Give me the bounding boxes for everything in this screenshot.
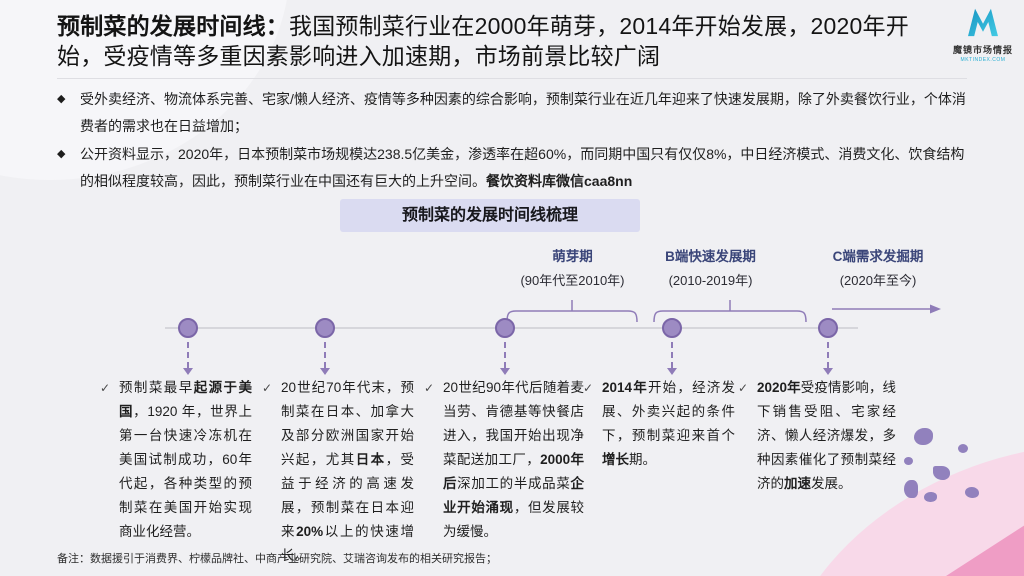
purple-dot [958, 444, 968, 453]
dashed-down-arrow [504, 342, 506, 368]
logo-text: 魔镜市场情报 [952, 45, 1013, 55]
right-arrow-icon [832, 304, 941, 314]
timeline-dot-2 [315, 318, 335, 338]
purple-dot [904, 457, 913, 465]
timeline-dot-1 [178, 318, 198, 338]
timeline-item-text: 2014年开始，经济发展、外卖兴起的条件下，预制菜迎来首个增长期。 [602, 376, 735, 472]
seg: 深加工的半成品菜 [457, 476, 571, 491]
timeline-item-text: 预制菜最早起源于美国，1920 年，世界上第一台快速冷冻机在美国试制成功，60年… [119, 376, 252, 544]
phase-name: 萌芽期 [552, 249, 593, 264]
timeline-item-text: 2020年受疫情影响，线下销售受阻、宅家经济、懒人经济爆发，多种因素催化了预制菜… [757, 376, 896, 496]
seg: 期。 [629, 452, 656, 467]
purple-dot [914, 428, 933, 445]
timeline-item-text: 20世纪70年代末，预制菜在日本、加拿大及部分欧洲国家开始兴起，尤其日本，受益于… [281, 376, 414, 568]
seg-bold: 2020年 [757, 380, 801, 395]
timeline-dot-4 [662, 318, 682, 338]
bullet-item: ◆ 公开资料显示，2020年，日本预制菜市场规模达238.5亿美金，渗透率在超6… [57, 141, 972, 195]
brace-connector-1 [506, 300, 638, 323]
seg-bold: 日本 [355, 452, 386, 467]
bullet-text: 公开资料显示，2020年，日本预制菜市场规模达238.5亿美金，渗透率在超60%… [80, 141, 972, 195]
slide: 预制菜的发展时间线：我国预制菜行业在2000年萌芽，2014年开始发展，2020… [0, 0, 1024, 576]
down-arrowhead-icon [667, 368, 677, 375]
seg-bold: 20% [296, 524, 324, 539]
logo-subtext: MKTINDEX.COM [960, 57, 1006, 63]
bullet-text: 受外卖经济、物流体系完善、宅家/懒人经济、疫情等多种因素的综合影响，预制菜行业在… [80, 86, 972, 140]
phase-label-c-side-demand: C端需求发掘期 (2020年至今) [798, 248, 958, 290]
phase-label-germination: 萌芽期 (90年代至2010年) [495, 248, 650, 290]
purple-dot [933, 466, 950, 480]
timeline-item-text: 20世纪90年代后随着麦当劳、肯德基等快餐店进入，我国开始出现净菜配送加工厂，2… [443, 376, 584, 544]
page-title: 预制菜的发展时间线：我国预制菜行业在2000年萌芽，2014年开始发展，2020… [57, 11, 952, 71]
phase-range: (2010-2019年) [668, 273, 753, 288]
timeline-dot-5 [818, 318, 838, 338]
timeline-item-china-start: ✓ 20世纪90年代后随着麦当劳、肯德基等快餐店进入，我国开始出现净菜配送加工厂… [424, 376, 584, 544]
dashed-down-arrow [827, 342, 829, 368]
bullet-1-text: 受外卖经济、物流体系完善、宅家/懒人经济、疫情等多种因素的综合影响，预制菜行业在… [80, 91, 966, 134]
bullet-item: ◆ 受外卖经济、物流体系完善、宅家/懒人经济、疫情等多种因素的综合影响，预制菜行… [57, 86, 972, 140]
bullet-2-bold: 餐饮资料库微信caa8nn [486, 173, 633, 189]
dashed-down-arrow [187, 342, 189, 368]
timeline-dot-3 [495, 318, 515, 338]
check-icon: ✓ [262, 381, 273, 395]
seg-bold: 增长 [602, 452, 629, 467]
timeline-item-usa-origin: ✓ 预制菜最早起源于美国，1920 年，世界上第一台快速冷冻机在美国试制成功，6… [100, 376, 252, 544]
seg: ，1920 年，世界上第一台快速冷冻机在美国试制成功，60年代起，各种类型的预制… [119, 404, 252, 539]
diamond-bullet-icon: ◆ [57, 148, 66, 160]
phase-range: (90年代至2010年) [520, 273, 625, 288]
timeline-item-japan-rise: ✓ 20世纪70年代末，预制菜在日本、加拿大及部分欧洲国家开始兴起，尤其日本，受… [262, 376, 414, 568]
phase-name: C端需求发掘期 [832, 249, 924, 264]
diamond-bullet-icon: ◆ [57, 93, 66, 105]
footnote: 备注：数据援引于消费界、柠檬品牌社、中商产业研究院、艾瑞咨询发布的相关研究报告； [57, 553, 497, 565]
seg: 发展。 [811, 476, 852, 491]
down-arrowhead-icon [823, 368, 833, 375]
check-icon: ✓ [424, 381, 435, 395]
page-title-bold: 预制菜的发展时间线： [57, 13, 289, 39]
purple-dot [924, 492, 937, 502]
purple-dot [965, 487, 979, 498]
timeline-item-2020-acceleration: ✓ 2020年受疫情影响，线下销售受阻、宅家经济、懒人经济爆发，多种因素催化了预… [738, 376, 896, 496]
down-arrowhead-icon [500, 368, 510, 375]
timeline-item-2014-growth: ✓ 2014年开始，经济发展、外卖兴起的条件下，预制菜迎来首个增长期。 [583, 376, 735, 472]
down-arrowhead-icon [320, 368, 330, 375]
summary-bullets: ◆ 受外卖经济、物流体系完善、宅家/懒人经济、疫情等多种因素的综合影响，预制菜行… [57, 86, 972, 196]
phase-name: B端快速发展期 [665, 249, 756, 264]
seg-bold: 加速 [784, 476, 811, 491]
check-icon: ✓ [100, 381, 111, 395]
dashed-down-arrow [324, 342, 326, 368]
phase-range: (2020年至今) [839, 273, 917, 288]
header-divider [57, 78, 967, 79]
down-arrowhead-icon [183, 368, 193, 375]
seg-bold: 2014年 [602, 380, 648, 395]
logo-m-icon [965, 8, 1001, 41]
dashed-down-arrow [671, 342, 673, 368]
purple-dot [904, 480, 918, 498]
brand-logo: 魔镜市场情报 MKTINDEX.COM [948, 7, 1018, 63]
section-title: 预制菜的发展时间线梳理 [340, 199, 640, 232]
phase-label-b-side-growth: B端快速发展期 (2010-2019年) [633, 248, 788, 290]
check-icon: ✓ [583, 381, 594, 395]
seg: 受疫情影响，线下销售受阻、宅家经济、懒人经济爆发，多种因素催化了预制菜经济的 [757, 380, 896, 491]
check-icon: ✓ [738, 381, 749, 395]
seg: 预制菜最早 [119, 380, 194, 395]
